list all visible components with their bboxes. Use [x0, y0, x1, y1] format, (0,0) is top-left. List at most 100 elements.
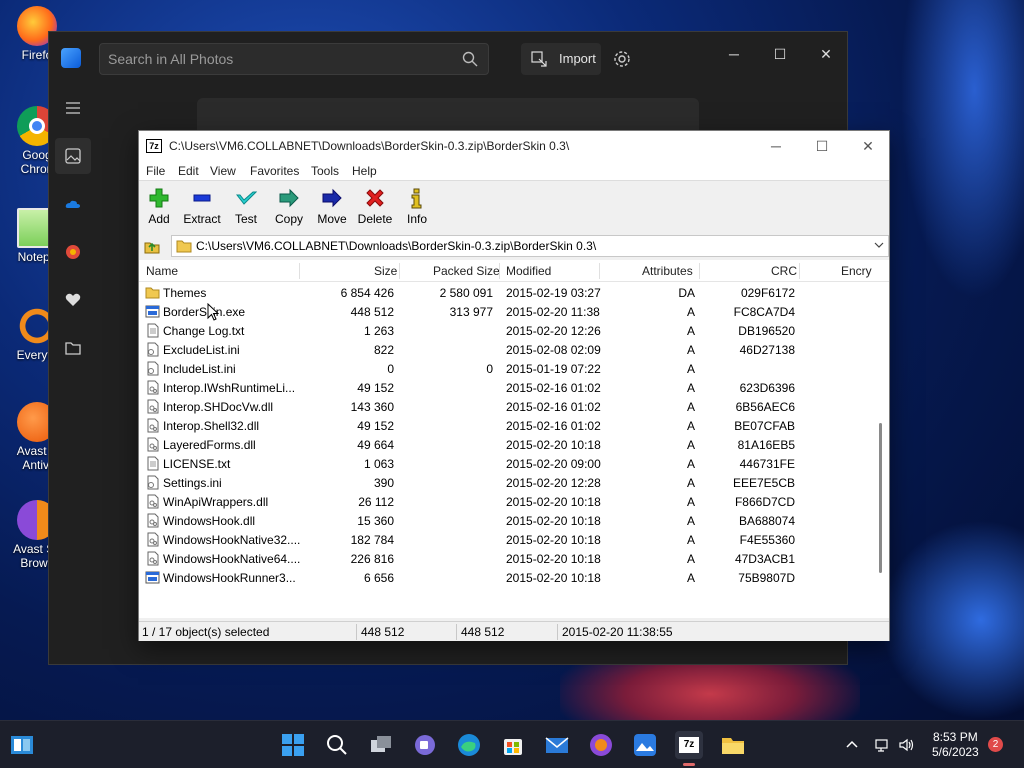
menu-tools[interactable]: Tools — [311, 164, 339, 178]
table-row[interactable]: Settings.ini 390 2015-02-20 12:28 A EEE7E5CB — [139, 473, 889, 492]
menu-file[interactable]: File — [146, 164, 165, 178]
import-button[interactable]: Import — [521, 43, 601, 75]
column-size[interactable]: Size — [374, 264, 397, 278]
gear-icon[interactable] — [612, 49, 632, 69]
table-row[interactable]: Interop.Shell32.dll 49 152 2015-02-16 01:0… — [139, 416, 889, 435]
column-header: Name Size Packed Size Modified Attribute… — [139, 260, 889, 282]
hamburger-menu-button[interactable] — [55, 90, 91, 126]
menu-favorites[interactable]: Favorites — [250, 164, 299, 178]
cell-modified: 2015-02-19 03:27 — [506, 286, 601, 300]
column-crc[interactable]: CRC — [771, 264, 797, 278]
nav-favorites[interactable] — [55, 282, 91, 318]
search-icon[interactable] — [323, 731, 351, 759]
test-button[interactable]: Test — [224, 187, 268, 226]
path-input[interactable]: C:\Users\VM6.COLLABNET\Downloads\BorderS… — [171, 235, 889, 257]
cell-crc: BE07CFAB — [734, 419, 795, 433]
mail-icon[interactable] — [543, 731, 571, 759]
column-divider[interactable] — [399, 263, 400, 279]
nav-onedrive[interactable] — [55, 186, 91, 222]
edge-browser-icon[interactable] — [455, 731, 483, 759]
photos-maximize-button[interactable]: ☐ — [757, 40, 803, 68]
table-row[interactable]: BorderSkin.exe 448 512 313 977 2015-02-20 1… — [139, 302, 889, 321]
column-encrypted[interactable]: Encry — [841, 264, 872, 278]
column-divider[interactable] — [599, 263, 600, 279]
notification-badge[interactable]: 2 — [988, 737, 1003, 752]
clock[interactable]: 8:53 PM 5/6/2023 — [932, 730, 979, 760]
add-button[interactable]: Add — [137, 187, 181, 226]
task-view-icon[interactable] — [367, 731, 395, 759]
up-folder-icon[interactable] — [143, 237, 161, 255]
cell-name: LayeredForms.dll — [163, 438, 256, 452]
table-row[interactable]: WindowsHookNative64.... 226 816 2015-02-20… — [139, 549, 889, 568]
table-row[interactable]: LICENSE.txt 1 063 2015-02-20 09:00 A 446731F… — [139, 454, 889, 473]
cell-attributes: DA — [678, 286, 695, 300]
cell-crc: FC8CA7D4 — [733, 305, 795, 319]
column-name[interactable]: Name — [146, 264, 178, 278]
table-row[interactable]: Change Log.txt 1 263 2015-02-20 12:26 A DB19… — [139, 321, 889, 340]
nav-gallery-app[interactable] — [55, 234, 91, 270]
info-button[interactable]: Info — [395, 187, 439, 226]
column-divider[interactable] — [499, 263, 500, 279]
widgets-icon[interactable] — [8, 731, 36, 759]
menu-view[interactable]: View — [210, 164, 236, 178]
cell-modified: 2015-02-20 10:18 — [506, 495, 601, 509]
table-row[interactable]: WindowsHookRunner3... 6 656 2015-02-20 10:… — [139, 568, 889, 587]
cell-modified: 2015-02-16 01:02 — [506, 381, 601, 395]
photos-app-icon[interactable] — [631, 731, 659, 759]
column-divider[interactable] — [699, 263, 700, 279]
photos-minimize-button[interactable]: ─ — [711, 40, 757, 68]
cell-name: Interop.IWshRuntimeLi... — [163, 381, 296, 395]
table-row[interactable]: Interop.SHDocVw.dll 143 360 2015-02-16 01:… — [139, 397, 889, 416]
table-row[interactable]: WindowsHookNative32.... 182 784 2015-02-20… — [139, 530, 889, 549]
path-text: C:\Users\VM6.COLLABNET\Downloads\BorderS… — [196, 239, 597, 253]
copy-button[interactable]: Copy — [267, 187, 311, 226]
column-packed-size[interactable]: Packed Size — [433, 264, 500, 278]
clock-time: 8:53 PM — [933, 730, 978, 744]
nav-folders[interactable] — [55, 330, 91, 366]
column-divider[interactable] — [299, 263, 300, 279]
scrollbar-thumb[interactable] — [879, 423, 882, 573]
extract-button[interactable]: Extract — [180, 187, 224, 226]
chevron-down-icon[interactable] — [873, 239, 885, 251]
maximize-button[interactable]: ☐ — [799, 131, 845, 161]
column-modified[interactable]: Modified — [506, 264, 551, 278]
dll-file-icon — [147, 437, 159, 452]
sevenzip-titlebar[interactable]: 7z C:\Users\VM6.COLLABNET\Downloads\Bord… — [139, 131, 889, 161]
menu-edit[interactable]: Edit — [178, 164, 199, 178]
table-row[interactable]: LayeredForms.dll 49 664 2015-02-20 10:18 A 8… — [139, 435, 889, 454]
table-row[interactable]: WindowsHook.dll 15 360 2015-02-20 10:18 A BA… — [139, 511, 889, 530]
column-attributes[interactable]: Attributes — [642, 264, 693, 278]
network-icon[interactable] — [874, 736, 892, 754]
cell-size: 1 263 — [363, 324, 394, 338]
store-icon[interactable] — [499, 731, 527, 759]
cell-attributes: A — [686, 305, 695, 319]
file-explorer-icon[interactable] — [719, 731, 747, 759]
table-row[interactable]: Interop.IWshRuntimeLi... 49 152 2015-02-16… — [139, 378, 889, 397]
start-windows-icon[interactable] — [279, 731, 307, 759]
move-button[interactable]: Move — [310, 187, 354, 226]
sevenzip-taskbar-button[interactable]: 7z — [675, 731, 703, 766]
column-divider[interactable] — [799, 263, 800, 279]
teams-chat-icon[interactable] — [411, 731, 439, 759]
nav-all-photos[interactable] — [55, 138, 91, 174]
minimize-button[interactable]: ─ — [753, 131, 799, 161]
table-row[interactable]: ExcludeList.ini 822 2015-02-08 02:09 A 46D27… — [139, 340, 889, 359]
cell-size: 49 152 — [357, 419, 394, 433]
folder-icon — [65, 342, 81, 355]
status-divider — [356, 624, 357, 640]
chevron-up-icon[interactable] — [843, 736, 861, 754]
photos-search-input[interactable]: Search in All Photos — [99, 43, 489, 75]
menu-help[interactable]: Help — [352, 164, 377, 178]
avast-browser-icon[interactable] — [587, 731, 615, 759]
clock-date: 5/6/2023 — [932, 745, 979, 759]
vertical-scrollbar[interactable] — [875, 283, 889, 618]
table-row[interactable]: Themes 6 854 426 2 580 091 2015-02-19 03:27… — [139, 283, 889, 302]
table-row[interactable]: WinApiWrappers.dll 26 112 2015-02-20 10:18… — [139, 492, 889, 511]
volume-icon[interactable] — [898, 736, 916, 754]
table-row[interactable]: IncludeList.ini 0 0 2015-01-19 07:22 A — [139, 359, 889, 378]
cell-name: BorderSkin.exe — [163, 305, 246, 319]
close-button[interactable]: ✕ — [845, 131, 891, 161]
delete-button[interactable]: Delete — [353, 187, 397, 226]
settings-file-icon — [147, 475, 159, 490]
photos-close-button[interactable]: ✕ — [803, 40, 849, 68]
